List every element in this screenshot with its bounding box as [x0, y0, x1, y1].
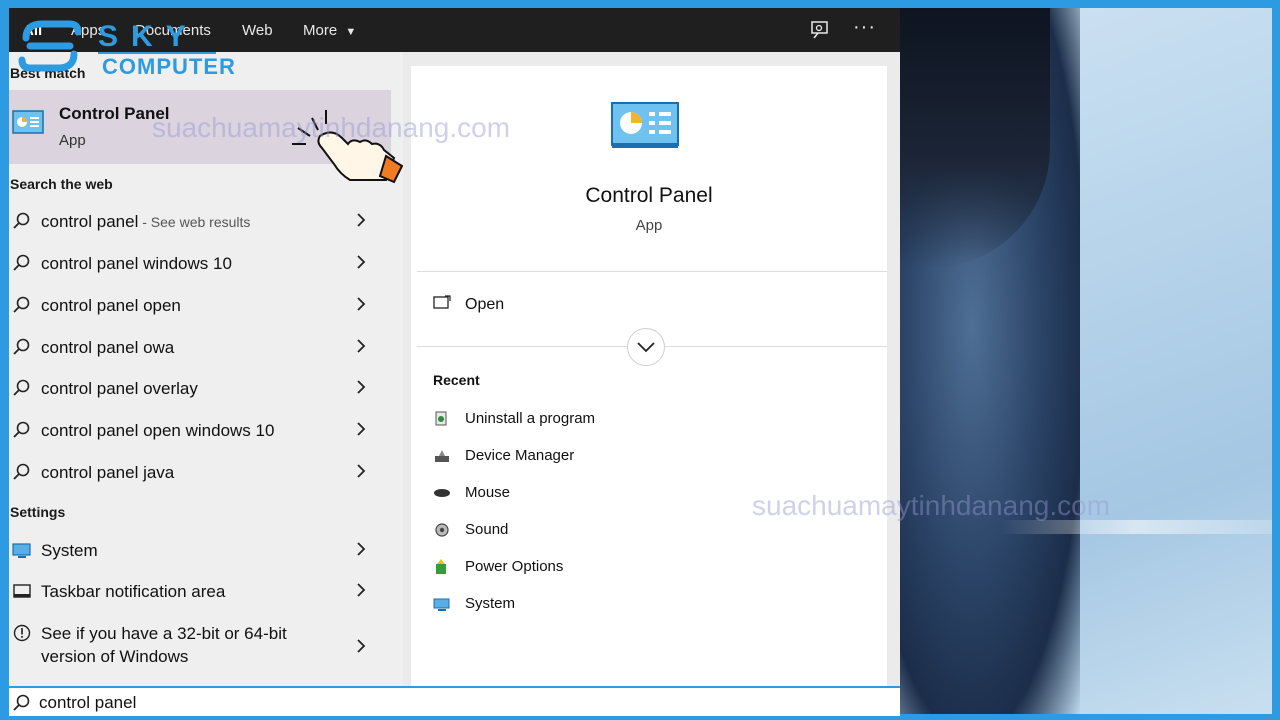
web-result-row[interactable]: control panel open — [9, 286, 391, 326]
web-result-text: control panel java — [41, 463, 175, 482]
divider — [417, 271, 887, 272]
details-title: Control Panel — [585, 184, 713, 207]
open-icon — [433, 295, 451, 309]
tab-web[interactable]: Web — [242, 22, 273, 39]
recent-item[interactable]: System — [433, 591, 733, 617]
recent-heading: Recent — [433, 372, 480, 388]
web-result-text: control panel open — [41, 296, 181, 315]
web-result-row[interactable]: control panel java — [9, 453, 391, 493]
info-icon — [13, 624, 31, 642]
control-panel-icon — [12, 110, 44, 134]
monitor-icon — [12, 543, 31, 558]
recent-item-label: System — [465, 595, 516, 612]
settings-heading: Settings — [10, 504, 66, 520]
logo-mark-icon — [18, 20, 82, 72]
search-icon — [13, 296, 30, 313]
chevron-down-icon — [637, 342, 655, 353]
recent-item[interactable]: Power Options — [433, 554, 733, 580]
chevron-right-icon — [357, 583, 366, 597]
web-result-row[interactable]: control panel overlay — [9, 369, 391, 409]
recent-item[interactable]: Uninstall a program — [433, 406, 733, 432]
web-result-row[interactable]: control panel - See web results — [9, 202, 391, 242]
chevron-right-icon — [357, 297, 366, 311]
search-icon — [13, 463, 30, 480]
recent-item-label: Device Manager — [465, 447, 575, 464]
frame-right — [1272, 0, 1280, 720]
settings-item-bitness[interactable]: See if you have a 32-bit or 64-bit versi… — [9, 614, 391, 670]
chevron-right-icon — [357, 213, 366, 227]
recent-item-label: Power Options — [465, 558, 564, 575]
search-icon — [13, 421, 30, 438]
frame-top — [0, 0, 1280, 8]
chevron-down-icon: ▼ — [345, 26, 357, 38]
details-subtitle: App — [635, 217, 663, 234]
recent-item-label: Uninstall a program — [465, 410, 596, 427]
wallpaper-streak — [1000, 520, 1272, 534]
chevron-right-icon — [357, 639, 366, 653]
settings-item-label: System — [41, 541, 98, 560]
recent-item[interactable]: Mouse — [433, 480, 733, 506]
details-panel: Control Panel App Open Recent Uninstall … — [403, 52, 900, 686]
search-input[interactable] — [39, 691, 539, 715]
sky-computer-logo: SKY COMPUTER — [18, 16, 235, 80]
open-action[interactable]: Open — [465, 296, 504, 314]
desktop-wallpaper — [900, 8, 1272, 714]
watermark-text: suachuamaytinhdanang.com — [752, 490, 1111, 521]
recent-item[interactable]: Device Manager — [433, 443, 733, 469]
best-match-subtitle: App — [59, 132, 86, 149]
web-result-text: control panel - See web results — [41, 212, 251, 231]
search-icon — [13, 379, 30, 396]
search-web-heading: Search the web — [10, 176, 113, 192]
web-result-text: control panel open windows 10 — [41, 421, 275, 440]
chevron-right-icon — [357, 422, 366, 436]
web-result-row[interactable]: control panel open windows 10 — [9, 411, 391, 451]
device-manager-icon — [435, 450, 449, 462]
search-icon — [13, 212, 30, 229]
recent-item-label: Sound — [465, 521, 509, 538]
chevron-right-icon — [357, 542, 366, 556]
uninstall-program-icon — [435, 411, 447, 426]
logo-brand: SKY — [98, 20, 199, 53]
tab-more-label: More — [303, 22, 338, 39]
taskbar-icon — [13, 584, 31, 598]
expand-button[interactable] — [627, 328, 665, 366]
web-result-text: control panel owa — [41, 338, 175, 357]
speaker-icon — [435, 523, 449, 537]
frame-left — [0, 0, 9, 720]
web-result-row[interactable]: control panel windows 10 — [9, 244, 391, 284]
search-bar — [9, 686, 900, 716]
chevron-right-icon — [357, 464, 366, 478]
recent-item-label: Mouse — [465, 484, 511, 501]
web-result-row[interactable]: control panel owa — [9, 328, 391, 368]
feedback-icon[interactable] — [809, 19, 831, 41]
settings-item-taskbar[interactable]: Taskbar notification area — [9, 572, 391, 612]
settings-item-system[interactable]: System — [9, 531, 391, 571]
search-icon — [13, 694, 30, 711]
power-options-icon — [436, 559, 446, 574]
more-options-icon[interactable]: ··· — [853, 16, 876, 39]
watermark-text: suachuamaytinhdanang.com — [152, 112, 511, 143]
chevron-right-icon — [357, 380, 366, 394]
control-panel-large-icon — [611, 102, 679, 148]
settings-item-label: See if you have a 32-bit or 64-bit versi… — [41, 624, 287, 666]
chevron-right-icon — [357, 255, 366, 269]
system-icon — [433, 598, 450, 611]
web-result-text: control panel overlay — [41, 379, 198, 398]
recent-item[interactable]: Sound — [433, 517, 733, 543]
details-card: Control Panel App Open Recent Uninstall … — [411, 66, 887, 686]
logo-subtitle: COMPUTER — [102, 54, 236, 79]
search-icon — [13, 254, 30, 271]
mouse-icon — [434, 489, 450, 497]
settings-item-label: Taskbar notification area — [41, 582, 226, 601]
chevron-right-icon — [357, 339, 366, 353]
web-result-text: control panel windows 10 — [41, 254, 232, 273]
search-icon — [13, 338, 30, 355]
tab-more[interactable]: More ▼ — [303, 22, 356, 39]
